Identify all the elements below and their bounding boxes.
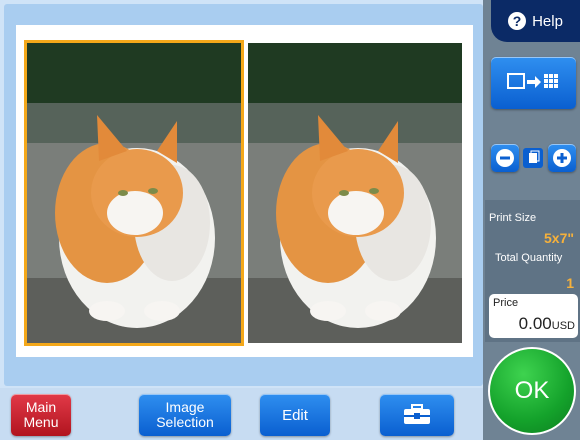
main-menu-label-line1: Main (25, 399, 57, 415)
price-value: 0.00USD (519, 314, 575, 334)
zoom-out-button[interactable] (491, 144, 519, 172)
ok-label: OK (514, 377, 550, 404)
layout-grid-icon (506, 72, 558, 89)
photo-1-selected[interactable] (24, 40, 244, 346)
edit-button[interactable]: Edit (260, 394, 330, 436)
photo-2[interactable] (248, 43, 462, 343)
price-box: Price 0.00USD (489, 294, 578, 338)
plus-icon (553, 149, 571, 167)
print-size-value: 5x7" (544, 230, 574, 246)
image-selection-label-line2: Selection (156, 414, 214, 430)
total-quantity-value: 1 (566, 275, 574, 291)
tools-button[interactable] (380, 394, 454, 436)
cat-photo-2 (248, 43, 462, 343)
preview-panel (4, 4, 483, 386)
cat-photo-1 (27, 43, 241, 343)
help-label: Help (532, 12, 563, 30)
ok-button[interactable]: OK (488, 347, 576, 435)
price-currency: USD (551, 320, 575, 332)
image-selection-label-line1: Image (165, 399, 205, 415)
toolbox-icon (404, 403, 430, 424)
edit-label: Edit (282, 406, 308, 424)
price-amount: 0.00 (518, 314, 552, 333)
price-label: Price (493, 297, 519, 309)
page-indicator (523, 148, 543, 168)
help-icon: ? (508, 12, 527, 30)
zoom-in-button[interactable] (548, 144, 576, 172)
image-selection-button[interactable]: Image Selection (139, 394, 231, 436)
minus-icon (496, 149, 514, 167)
print-size-label: Print Size (489, 212, 537, 224)
page-icon (529, 150, 540, 163)
layout-button[interactable] (491, 57, 576, 109)
photo-area (16, 25, 473, 357)
total-quantity-label: Total Quantity (495, 252, 563, 264)
help-button[interactable]: ? Help (491, 0, 580, 42)
main-menu-label-line2: Menu (23, 414, 59, 430)
main-menu-button[interactable]: Main Menu (11, 394, 71, 436)
